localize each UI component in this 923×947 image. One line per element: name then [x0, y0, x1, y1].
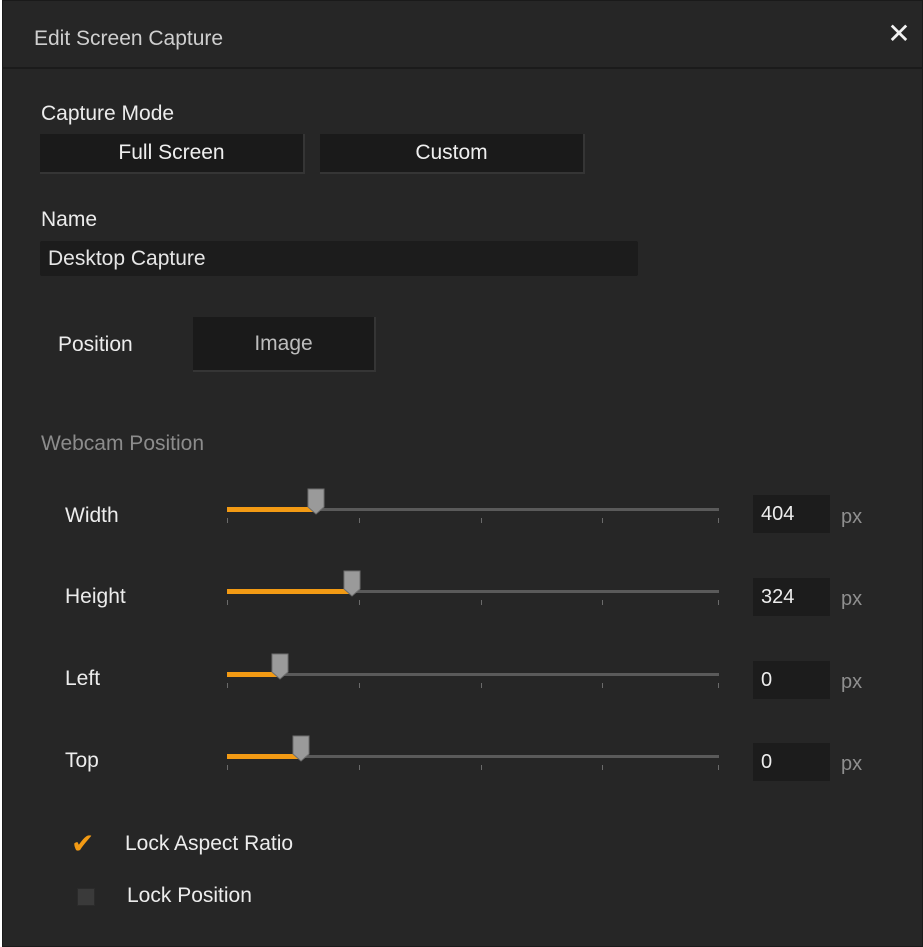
top-label: Top	[65, 749, 99, 772]
top-slider-tick	[359, 765, 360, 770]
left-slider-thumb[interactable]	[271, 653, 289, 680]
height-label: Height	[65, 585, 126, 608]
width-slider-thumb[interactable]	[307, 488, 325, 515]
width-slider-tick	[718, 518, 719, 523]
height-slider-fill	[227, 589, 352, 594]
position-image-button[interactable]: Image	[193, 317, 376, 372]
height-slider-tick	[481, 600, 482, 605]
dialog-title: Edit Screen Capture	[34, 27, 224, 50]
name-input[interactable]: Desktop Capture	[40, 241, 638, 276]
title-bar: Edit Screen Capture ✕	[3, 1, 922, 69]
top-unit: px	[841, 753, 863, 775]
top-value-input[interactable]: 0	[753, 743, 830, 781]
left-slider-tick	[718, 683, 719, 688]
capture-mode-label: Capture Mode	[41, 102, 175, 125]
width-slider-tick	[359, 518, 360, 523]
left-slider-tick	[481, 683, 482, 688]
left-label: Left	[65, 667, 101, 690]
lock-position-checkbox[interactable]	[77, 888, 95, 906]
height-slider-thumb[interactable]	[343, 570, 361, 597]
checkmark-icon[interactable]: ✔	[71, 827, 94, 860]
lock-position-label: Lock Position	[127, 884, 252, 907]
top-slider-fill	[227, 754, 300, 759]
left-unit: px	[841, 671, 863, 693]
width-slider-tick	[227, 518, 228, 523]
height-slider-tick	[718, 600, 719, 605]
width-value-input[interactable]: 404	[753, 495, 830, 533]
close-icon[interactable]: ✕	[886, 20, 912, 48]
width-unit: px	[841, 506, 863, 528]
left-slider-tick	[227, 683, 228, 688]
position-label: Position	[58, 333, 133, 356]
width-label: Width	[65, 504, 119, 527]
height-slider-tick	[359, 600, 360, 605]
lock-aspect-ratio-label: Lock Aspect Ratio	[125, 832, 294, 855]
width-slider-tick	[481, 518, 482, 523]
edit-screen-capture-dialog: Edit Screen Capture ✕ Capture Mode Full …	[2, 0, 923, 947]
height-slider-tick	[227, 600, 228, 605]
full-screen-button[interactable]: Full Screen	[40, 134, 305, 174]
left-slider-tick	[359, 683, 360, 688]
width-slider-tick	[602, 518, 603, 523]
left-value-input[interactable]: 0	[753, 661, 830, 699]
webcam-position-label: Webcam Position	[41, 432, 205, 455]
top-slider-tick	[718, 765, 719, 770]
top-slider-tick	[227, 765, 228, 770]
left-slider-tick	[602, 683, 603, 688]
height-slider-tick	[602, 600, 603, 605]
name-label: Name	[41, 208, 98, 231]
height-unit: px	[841, 588, 863, 610]
top-slider-tick	[481, 765, 482, 770]
top-slider-tick	[602, 765, 603, 770]
top-slider-thumb[interactable]	[292, 735, 310, 762]
custom-button[interactable]: Custom	[320, 134, 585, 174]
width-slider-fill	[227, 507, 316, 512]
height-value-input[interactable]: 324	[753, 578, 830, 616]
left-slider-track[interactable]	[227, 673, 719, 676]
